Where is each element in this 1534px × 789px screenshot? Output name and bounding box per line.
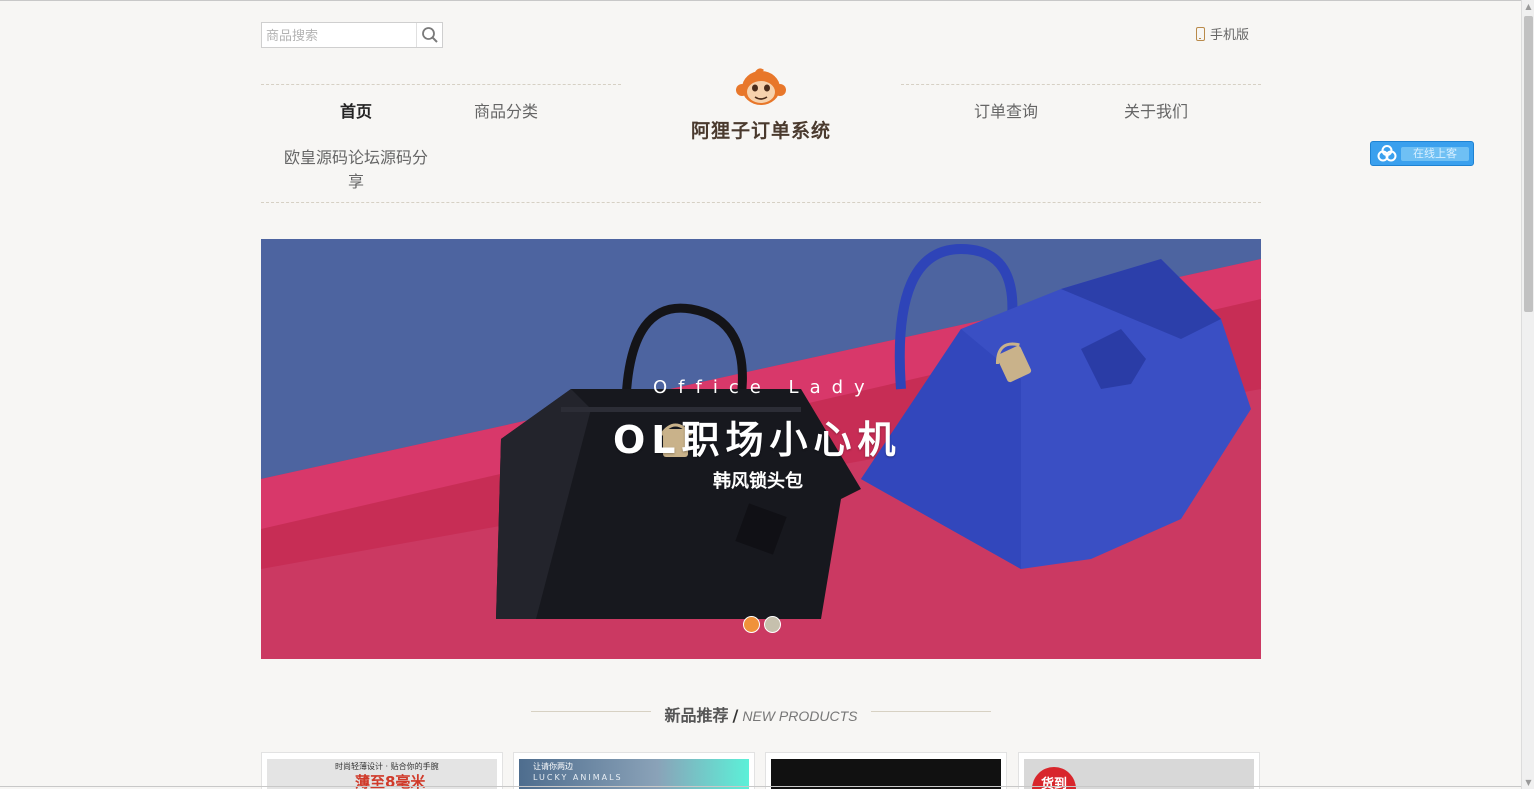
scroll-up-arrow-icon[interactable]: ▲ (1524, 2, 1533, 11)
banner-subtitle: Office Lady (653, 377, 876, 398)
search-box (261, 22, 443, 48)
product-card-1[interactable]: 时尚轻薄设计 · 贴合你的手腕 薄至8毫米 (261, 752, 503, 789)
product-card-4[interactable]: 货到 (1018, 752, 1260, 789)
nav-divider-bottom (261, 202, 1261, 203)
scrollbar-thumb[interactable] (1524, 16, 1533, 312)
search-icon (422, 27, 438, 43)
online-service-button[interactable]: 在线上客 (1370, 141, 1474, 166)
section-title-cn: 新品推荐 (664, 706, 729, 725)
nav-item-forum-line2: 享 (347, 172, 364, 191)
site-logo[interactable]: 阿狸子订单系统 (687, 66, 835, 143)
product-thumbnail: 时尚轻薄设计 · 贴合你的手腕 薄至8毫米 (267, 759, 497, 789)
search-button[interactable] (416, 23, 442, 47)
banner-title: OL职场小心机 (613, 418, 902, 462)
cloud-chat-icon (1377, 145, 1397, 162)
monkey-logo-icon (736, 68, 786, 105)
banner-tagline: 韩风锁头包 (713, 471, 803, 492)
section-line-right (871, 711, 991, 712)
section-line-left (531, 711, 651, 712)
nav-divider-left (261, 84, 621, 85)
product-subcaption: LUCKY ANIMALS (533, 773, 623, 782)
site-title: 阿狸子订单系统 (690, 120, 831, 142)
search-input[interactable] (266, 27, 414, 45)
section-heading: 新品推荐 / NEW PRODUCTS (661, 702, 861, 726)
vertical-scrollbar[interactable]: ▲ ▼ (1521, 0, 1534, 789)
nav-item-categories[interactable]: 商品分类 (456, 98, 556, 122)
nav-divider-right (901, 84, 1261, 85)
product-card-2[interactable]: 让请你两边 LUCKY ANIMALS (513, 752, 755, 789)
scroll-down-arrow-icon[interactable]: ▼ (1524, 778, 1533, 787)
section-title-slash: / (732, 706, 739, 725)
product-thumbnail (771, 759, 1001, 789)
product-caption: 让请你两边 (533, 762, 573, 771)
nav-item-forum[interactable]: 欧皇源码论坛源码分 享 (276, 146, 436, 194)
page-container: 手机版 首页 商品分类 订单查询 关于我们 欧皇源码论坛源码分 享 阿狸子订单系… (261, 0, 1261, 789)
section-title-en: NEW PRODUCTS (742, 708, 858, 724)
nav-item-order-query[interactable]: 订单查询 (956, 98, 1056, 122)
page-bottom-border (0, 786, 1534, 787)
product-card-3[interactable] (765, 752, 1007, 789)
product-thumbnail: 让请你两边 LUCKY ANIMALS (519, 759, 749, 789)
mobile-version-link[interactable]: 手机版 (1195, 24, 1249, 43)
nav-item-forum-line1: 欧皇源码论坛源码分 (283, 148, 428, 167)
mobile-version-label: 手机版 (1209, 28, 1249, 43)
online-service-label: 在线上客 (1401, 147, 1469, 161)
slide-dot-2[interactable] (764, 616, 781, 633)
nav-item-about-us[interactable]: 关于我们 (1106, 98, 1206, 122)
product-thumbnail: 货到 (1024, 759, 1254, 789)
slide-dot-1[interactable] (743, 616, 760, 633)
hero-banner[interactable]: Office Lady OL职场小心机 韩风锁头包 (261, 239, 1261, 659)
nav-item-home[interactable]: 首页 (316, 98, 396, 122)
phone-icon (1195, 26, 1205, 41)
